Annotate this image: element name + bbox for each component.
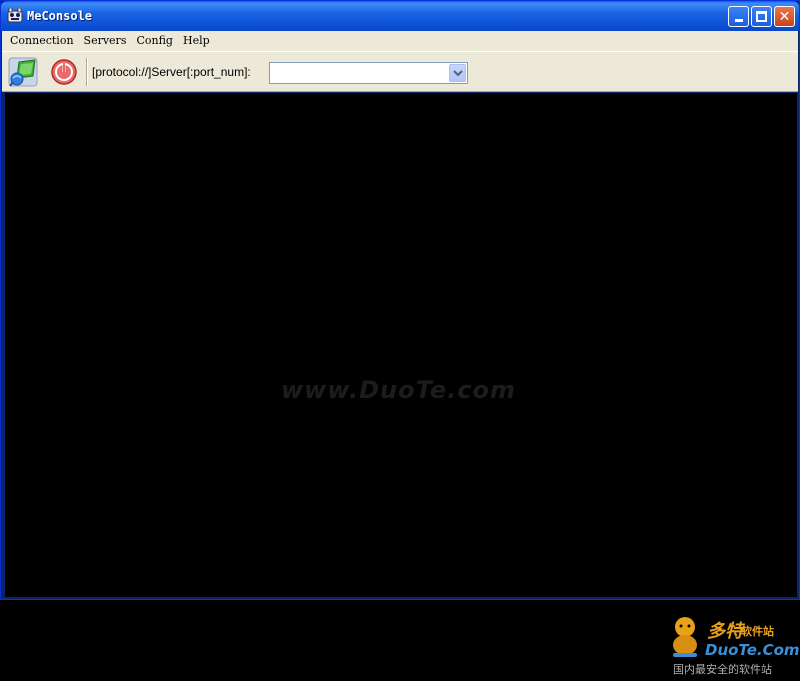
minimize-icon	[734, 19, 743, 22]
menu-bar: Connection Servers Config Help	[2, 31, 798, 51]
network-connect-icon	[8, 57, 38, 87]
app-window: MeConsole ✕ Connection Servers Config He…	[0, 0, 800, 676]
logo-subtitle: 国内最安全的软件站	[673, 663, 772, 676]
close-icon: ✕	[778, 8, 791, 25]
power-icon	[51, 59, 77, 85]
menu-connection[interactable]: Connection	[2, 31, 79, 51]
server-input[interactable]	[270, 63, 448, 83]
console-area[interactable]: www.DuoTe.com 多特 软件站 DuoTe.Com 国内最安全的软件站	[5, 93, 800, 676]
toolbar: [protocol://]Server[:port_num]:	[2, 51, 798, 92]
server-combobox[interactable]	[269, 62, 468, 84]
watermark-text: www.DuoTe.com	[281, 376, 516, 404]
duote-logo: 多特 软件站 DuoTe.Com 国内最安全的软件站	[665, 615, 800, 681]
menu-config[interactable]: Config	[131, 31, 178, 51]
mascot-icon	[673, 617, 697, 657]
window-title: MeConsole	[27, 9, 93, 23]
server-label: [protocol://]Server[:port_num]:	[92, 65, 251, 79]
disconnect-button[interactable]	[47, 56, 81, 88]
menu-help[interactable]: Help	[178, 31, 215, 51]
chevron-down-icon	[452, 70, 463, 77]
menu-servers[interactable]: Servers	[79, 31, 132, 51]
title-bar[interactable]: MeConsole ✕	[1, 1, 799, 31]
toolbar-separator	[86, 58, 88, 86]
maximize-button[interactable]	[751, 6, 772, 27]
server-dropdown-button[interactable]	[449, 64, 466, 82]
logo-cn-title: 多特	[707, 621, 743, 642]
logo-en: DuoTe.Com	[705, 641, 800, 659]
app-icon	[7, 8, 23, 23]
close-button[interactable]: ✕	[774, 6, 795, 27]
logo-cn-small: 软件站	[741, 625, 774, 638]
minimize-button[interactable]	[728, 6, 749, 27]
connect-button[interactable]	[6, 56, 40, 88]
maximize-icon	[756, 11, 767, 22]
